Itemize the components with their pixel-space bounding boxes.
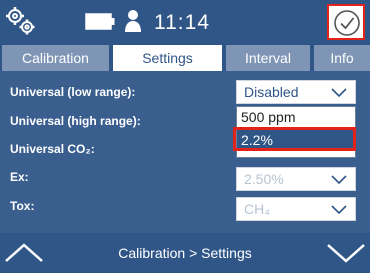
universal-low-value: Disabled: [244, 84, 299, 100]
universal-low-label: Universal (low range):: [10, 85, 136, 99]
status-bar: 11:14: [0, 0, 370, 43]
tab-calibration[interactable]: Calibration: [2, 45, 109, 71]
tab-settings[interactable]: Settings: [113, 45, 222, 71]
device-screen: 11:14 Calibration Settings Interval Info…: [0, 0, 370, 273]
ex-label: Ex:: [10, 170, 29, 184]
ex-select[interactable]: 2.50%: [236, 167, 356, 191]
tox-select[interactable]: CH₄: [236, 197, 356, 221]
dropdown-option[interactable]: 500 ppm: [237, 109, 355, 125]
settings-gears-icon[interactable]: [4, 6, 38, 36]
clock-time: 11:14: [154, 11, 210, 34]
confirm-button[interactable]: [327, 4, 365, 40]
battery-icon: [85, 13, 115, 30]
breadcrumb: Calibration > Settings: [118, 245, 252, 261]
ex-value: 2.50%: [244, 171, 284, 187]
tab-interval[interactable]: Interval: [226, 45, 310, 71]
navigation-bar: Calibration > Settings: [0, 233, 370, 273]
chevron-down-icon[interactable]: [326, 239, 366, 267]
tab-info[interactable]: Info: [314, 45, 370, 71]
chevron-down-icon: [331, 205, 347, 215]
universal-co2-label: Universal CO₂:: [10, 142, 95, 156]
universal-high-label: Universal (high range):: [10, 114, 141, 128]
user-icon: [125, 10, 141, 32]
check-circle-icon: [334, 10, 360, 36]
selection-highlight-frame: [233, 127, 356, 151]
tox-label: Tox:: [10, 199, 35, 213]
chevron-down-icon: [331, 175, 347, 185]
chevron-down-icon: [331, 88, 347, 98]
tox-value: CH₄: [244, 201, 270, 217]
universal-low-select[interactable]: Disabled: [236, 80, 356, 104]
tab-bar: Calibration Settings Interval Info: [0, 43, 370, 71]
